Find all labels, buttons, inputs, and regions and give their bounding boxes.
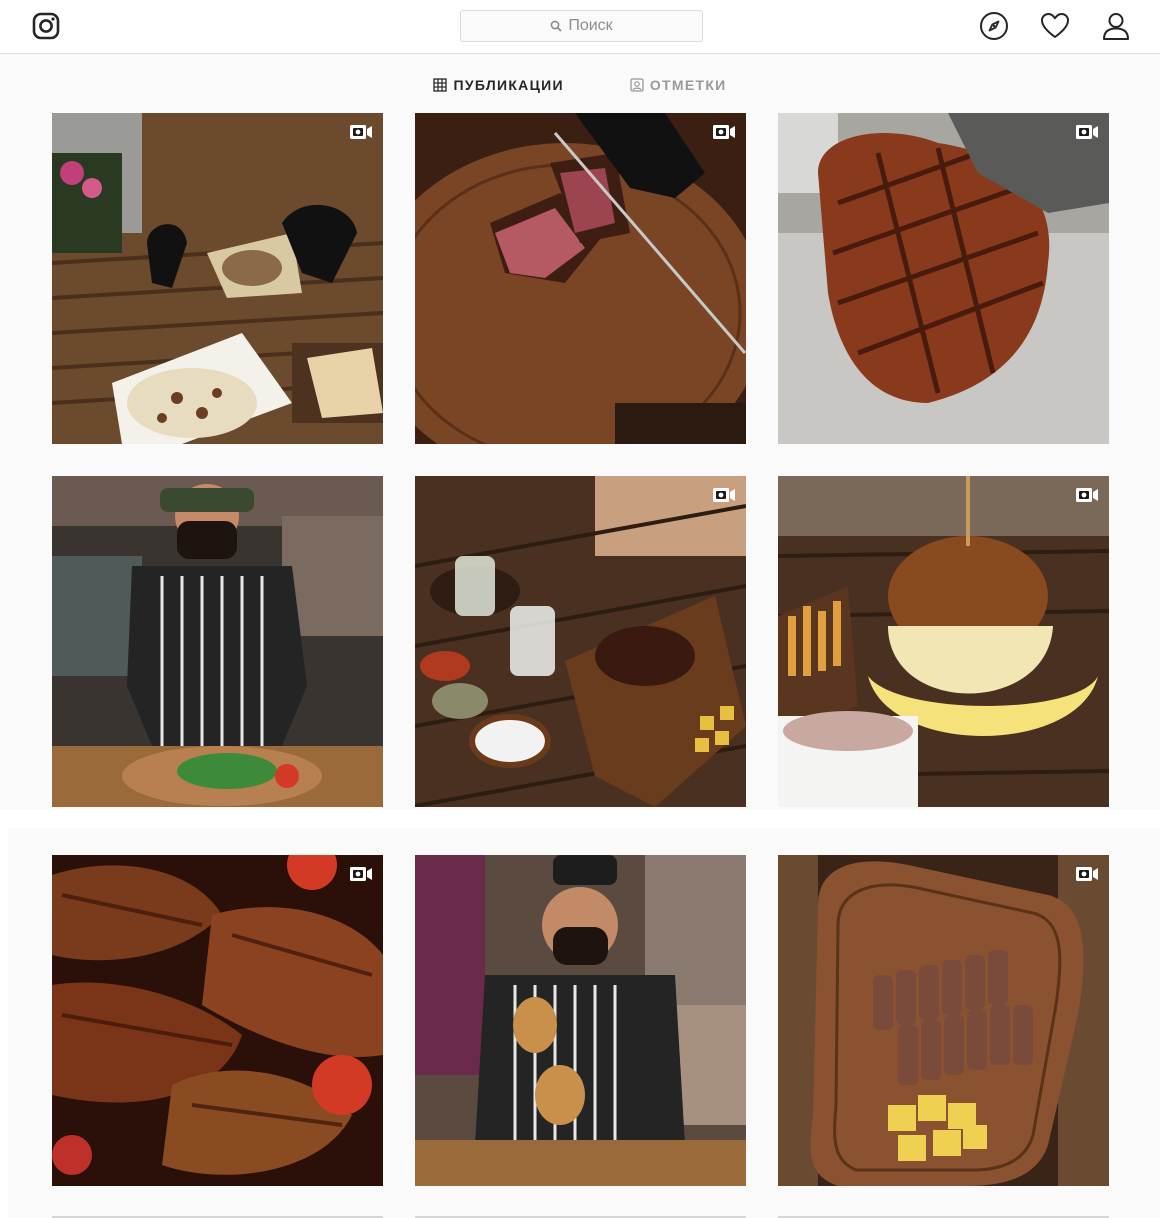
post-image-steak-drinks xyxy=(415,476,746,807)
video-icon xyxy=(713,125,735,139)
heart-icon[interactable] xyxy=(1040,11,1070,41)
post-tile-8[interactable] xyxy=(415,855,746,1186)
top-navigation-bar: Поиск xyxy=(0,0,1160,54)
video-icon xyxy=(350,125,372,139)
search-icon xyxy=(550,20,562,32)
tab-tagged[interactable]: ОТМЕТКИ xyxy=(630,73,727,93)
video-icon xyxy=(1076,125,1098,139)
post-image-grilled-steaks xyxy=(52,855,383,1186)
search-placeholder: Поиск xyxy=(568,17,613,34)
post-tile-4[interactable] xyxy=(52,476,383,807)
tab-publications[interactable]: ПУБЛИКАЦИИ xyxy=(433,73,563,93)
post-image-slicing-steak xyxy=(415,113,746,444)
instagram-logo-icon[interactable] xyxy=(32,12,60,40)
video-icon xyxy=(713,488,735,502)
post-tile-3[interactable] xyxy=(778,113,1109,444)
video-icon xyxy=(1076,488,1098,502)
post-tile-5[interactable] xyxy=(415,476,746,807)
post-image-shawarma xyxy=(52,113,383,444)
tagged-icon xyxy=(630,78,644,92)
search-input[interactable]: Поиск xyxy=(460,10,703,42)
post-image-chef-salad xyxy=(52,476,383,807)
post-image-chef-sandwich xyxy=(415,855,746,1186)
post-tile-7[interactable] xyxy=(52,855,383,1186)
post-image-burger xyxy=(778,476,1109,807)
tab-tagged-label: ОТМЕТКИ xyxy=(649,77,727,93)
tab-publications-label: ПУБЛИКАЦИИ xyxy=(453,77,564,93)
post-image-sliced-meat xyxy=(778,855,1109,1186)
video-icon xyxy=(1076,867,1098,881)
profile-tabs: ПУБЛИКАЦИИ ОТМЕТКИ xyxy=(0,54,1160,112)
post-tile-2[interactable] xyxy=(415,113,746,444)
post-tile-9[interactable] xyxy=(778,855,1109,1186)
grid-icon xyxy=(433,78,448,92)
profile-icon[interactable] xyxy=(1101,11,1131,41)
left-edge-strip xyxy=(0,828,8,1218)
compass-icon[interactable] xyxy=(979,11,1009,41)
post-tile-6[interactable] xyxy=(778,476,1109,807)
video-icon xyxy=(350,867,372,881)
row-separator xyxy=(0,810,1160,828)
post-tile-1[interactable] xyxy=(52,113,383,444)
post-image-grilled-steak xyxy=(778,113,1109,444)
